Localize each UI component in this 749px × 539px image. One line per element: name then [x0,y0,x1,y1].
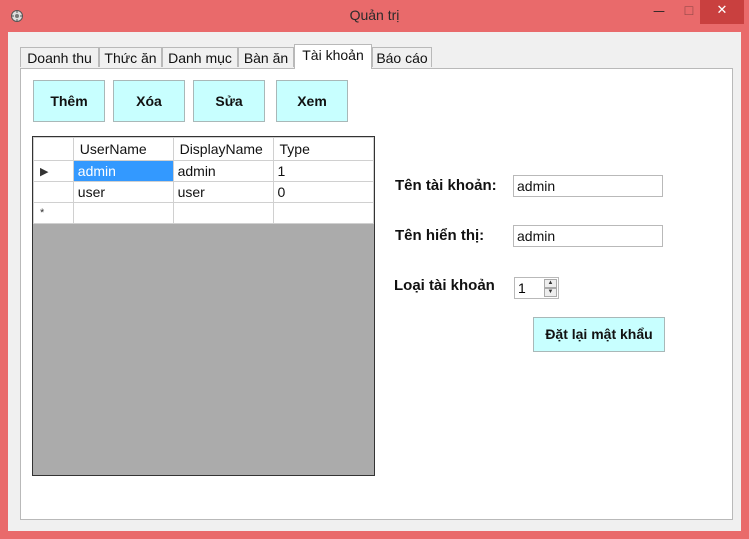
cell-type[interactable]: 0 [272,181,374,203]
maximize-button[interactable]: ☐ [678,0,700,24]
new-row-marker-icon[interactable]: * [33,202,74,224]
account-grid[interactable]: UserName DisplayName Type ▶ admin admin … [32,136,375,476]
stepper-buttons: ▲ ▼ [544,279,557,297]
tab-thuc-an[interactable]: Thức ăn [99,47,162,67]
stepper-down-icon[interactable]: ▼ [544,288,557,297]
row-header[interactable] [33,181,74,203]
new-cell-displayname[interactable] [172,202,274,224]
account-type-stepper[interactable]: 1 ▲ ▼ [514,277,559,299]
cell-displayname[interactable]: user [172,181,274,203]
row-header-current-icon[interactable]: ▶ [33,160,74,182]
window-title: Quản trị [349,7,400,23]
new-cell-username[interactable] [72,202,174,224]
displayname-label: Tên hiển thị: [395,227,485,244]
delete-button[interactable]: Xóa [113,80,185,122]
tab-ban-an[interactable]: Bàn ăn [238,47,294,67]
cell-type[interactable]: 1 [272,160,374,182]
app-window: Quản trị — ☐ ✕ Doanh thu Thức ăn Danh mụ… [0,0,749,539]
column-header-username[interactable]: UserName [72,137,174,161]
tab-page-tai-khoan: Thêm Xóa Sửa Xem UserName DisplayName Ty… [20,68,733,520]
close-button[interactable]: ✕ [700,0,744,24]
cell-username[interactable]: admin [72,160,174,182]
view-button[interactable]: Xem [276,80,348,122]
cell-username[interactable]: user [72,181,174,203]
new-cell-type[interactable] [272,202,374,224]
account-type-value[interactable]: 1 [518,280,526,296]
grid-corner-header[interactable] [33,137,74,161]
tab-doanh-thu[interactable]: Doanh thu [20,47,99,67]
new-row[interactable]: * [33,202,374,224]
account-table: UserName DisplayName Type ▶ admin admin … [33,137,374,224]
edit-button[interactable]: Sửa [193,80,265,122]
tab-bao-cao[interactable]: Báo cáo [372,47,432,67]
username-input[interactable]: admin [513,175,663,197]
displayname-input[interactable]: admin [513,225,663,247]
stepper-up-icon[interactable]: ▲ [544,279,557,288]
username-label: Tên tài khoản: [395,177,497,194]
column-header-displayname[interactable]: DisplayName [172,137,274,161]
table-row[interactable]: ▶ admin admin 1 [33,160,374,182]
account-type-label: Loại tài khoản [394,277,495,294]
window-client-area: Doanh thu Thức ăn Danh mục Bàn ăn Tài kh… [8,32,741,531]
tab-tai-khoan[interactable]: Tài khoản [294,44,372,69]
title-bar[interactable]: Quản trị — ☐ ✕ [0,0,749,32]
column-header-type[interactable]: Type [272,137,374,161]
table-row[interactable]: user user 0 [33,181,374,203]
minimize-button[interactable]: — [640,0,678,24]
cell-displayname[interactable]: admin [172,160,274,182]
grid-header-row: UserName DisplayName Type [33,137,374,161]
tab-danh-muc[interactable]: Danh mục [162,47,238,67]
reset-password-button[interactable]: Đặt lại mật khẩu [533,317,665,352]
add-button[interactable]: Thêm [33,80,105,122]
